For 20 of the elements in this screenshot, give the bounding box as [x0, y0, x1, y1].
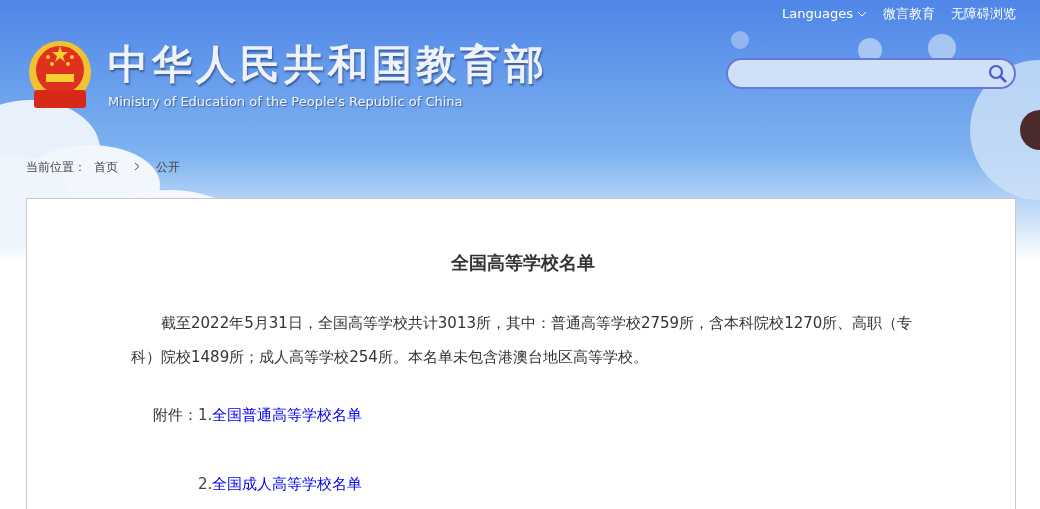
search-field[interactable] — [726, 58, 1016, 89]
item-number: 1. — [198, 405, 213, 426]
item-number: 2. — [198, 473, 213, 495]
emblem-icon — [28, 40, 92, 110]
article-paragraph: 截至2022年5月31日，全国高等学校共计3013所，其中：普通高等学校2759所，含本科院校1270所、高职（专科）院校1489所；成人高等学校254所。本名单未包含港澳台地区高等学校。 — [131, 313, 914, 368]
breadcrumb-link[interactable]: 首页 — [94, 158, 118, 176]
breadcrumb-link[interactable]: 公开 — [156, 158, 180, 176]
attachment-label: 附件： — [153, 405, 198, 426]
top-link[interactable]: 微言教育 — [883, 4, 935, 24]
attachment-link[interactable]: 全国普通高等学校名单 — [212, 404, 363, 427]
caret-icon — [857, 11, 867, 17]
site-subtitle: Ministry of Education of the People's Republic of China — [108, 93, 464, 111]
article-title: 全国高等学校名单 — [450, 251, 596, 275]
search-icon[interactable] — [988, 63, 1008, 84]
breadcrumb-label: 当前位置： — [26, 159, 86, 176]
site-title: 中华人民共和国教育部 — [108, 44, 548, 84]
languages-menu[interactable]: Languages — [782, 4, 867, 24]
top-link[interactable]: 无障碍浏览 — [951, 4, 1016, 24]
attachment-link[interactable]: 全国成人高等学校名单 — [212, 472, 363, 495]
chevron-icon — [134, 162, 140, 171]
